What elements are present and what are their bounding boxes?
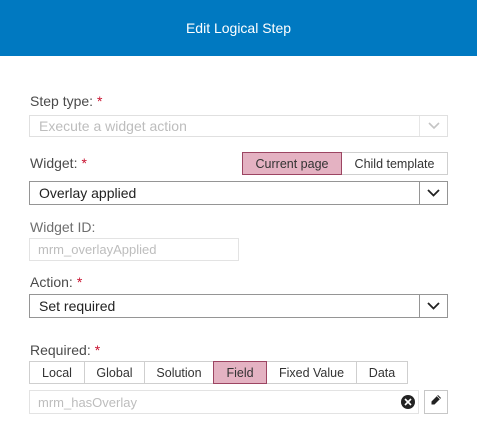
chevron-down-icon: [419, 295, 447, 317]
action-label: Action: *: [30, 274, 83, 290]
global-button[interactable]: Global: [84, 361, 145, 384]
widget-id-field: mrm_overlayApplied: [29, 238, 239, 261]
solution-button[interactable]: Solution: [144, 361, 214, 384]
widget-scope-toggle: Current page Child template: [242, 152, 448, 175]
required-star: *: [97, 93, 103, 109]
chevron-down-icon: [419, 182, 447, 204]
step-type-value: Execute a widget action: [39, 118, 187, 134]
widget-select[interactable]: Overlay applied: [29, 181, 448, 205]
clear-circle-icon[interactable]: [401, 395, 415, 409]
edit-field-button[interactable]: [424, 390, 448, 414]
action-select[interactable]: Set required: [29, 294, 448, 318]
fixed-value-button[interactable]: Fixed Value: [266, 361, 357, 384]
widget-value: Overlay applied: [39, 185, 137, 201]
required-source-toggle: Local Global Solution Field Fixed Value …: [29, 361, 408, 384]
dialog-header: Edit Logical Step: [0, 0, 477, 56]
chevron-down-icon: [419, 116, 447, 136]
required-field-input[interactable]: mrm_hasOverlay: [29, 390, 419, 414]
action-value: Set required: [39, 298, 116, 314]
field-button[interactable]: Field: [213, 361, 267, 384]
current-page-button[interactable]: Current page: [242, 152, 342, 175]
child-template-button[interactable]: Child template: [341, 152, 448, 175]
dialog-title: Edit Logical Step: [185, 20, 292, 36]
widget-id-label: Widget ID:: [30, 219, 96, 235]
required-star: *: [76, 274, 83, 290]
required-star: *: [81, 155, 87, 171]
step-type-label: Step type: *: [30, 93, 103, 109]
pencil-icon: [430, 393, 442, 411]
required-star: *: [94, 342, 101, 358]
data-button[interactable]: Data: [356, 361, 408, 384]
required-label: Required: *: [30, 342, 101, 358]
widget-label: Widget: *: [30, 155, 87, 171]
step-type-select[interactable]: Execute a widget action: [29, 115, 448, 137]
local-button[interactable]: Local: [29, 361, 85, 384]
